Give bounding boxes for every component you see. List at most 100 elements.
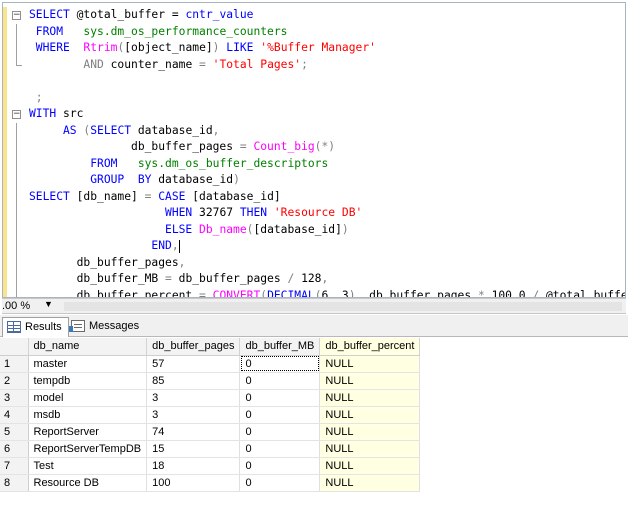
cell-db-buffer-percent[interactable]: NULL: [319, 389, 421, 407]
row-number[interactable]: 6: [0, 440, 29, 458]
tab-messages[interactable]: Messages: [64, 317, 145, 337]
code-line[interactable]: AS (SELECT database_id,: [3, 122, 625, 139]
code-token: Rtrim: [83, 41, 118, 54]
code-line[interactable]: ;: [3, 89, 625, 107]
row-number[interactable]: 7: [0, 457, 29, 475]
cell-db-buffer-pages[interactable]: 100: [146, 474, 241, 492]
code-token: /: [287, 272, 302, 285]
code-text: FROM sys.dm_os_buffer_descriptors: [29, 156, 328, 173]
column-header[interactable]: db_buffer_MB: [239, 338, 321, 356]
table-row[interactable]: 3 model 3 0 NULL: [0, 389, 421, 407]
results-grid[interactable]: db_name db_buffer_pages db_buffer_MB db_…: [0, 338, 628, 508]
code-line[interactable]: FROM sys.dm_os_buffer_descriptors: [3, 155, 625, 173]
cell-db-buffer-pages[interactable]: 57: [146, 355, 241, 373]
cell-db-buffer-percent[interactable]: NULL: [319, 474, 421, 492]
cell-db-buffer-MB[interactable]: 0: [239, 406, 321, 424]
row-number[interactable]: 3: [0, 389, 29, 407]
table-row[interactable]: 1 master 57 0 NULL: [0, 355, 421, 373]
code-line[interactable]: ELSE Db_name([database_id]): [3, 221, 625, 238]
corner-cell[interactable]: [0, 338, 29, 356]
code-line[interactable]: − SELECT @total_buffer = cntr_value: [3, 7, 625, 24]
horizontal-scrollbar[interactable]: [64, 302, 622, 311]
cell-db-buffer-pages[interactable]: 3: [146, 406, 241, 424]
cell-db-buffer-percent[interactable]: NULL: [319, 457, 421, 475]
row-number[interactable]: 2: [0, 372, 29, 390]
code-line[interactable]: db_buffer_pages = Count_big(*): [3, 139, 625, 156]
table-row[interactable]: 6 ReportServerTempDB 15 0 NULL: [0, 440, 421, 458]
cell-db-buffer-percent[interactable]: NULL: [319, 372, 421, 390]
cell-db-buffer-MB[interactable]: 0: [239, 474, 321, 492]
table-row[interactable]: 7 Test 18 0 NULL: [0, 457, 421, 475]
code-line[interactable]: END,: [3, 238, 625, 255]
code-line[interactable]: WHERE Rtrim([object_name]) LIKE '%Buffer…: [3, 40, 625, 57]
dropdown-arrow-icon[interactable]: ▼: [44, 299, 53, 309]
code-line[interactable]: FROM sys.dm_os_performance_counters: [3, 23, 625, 41]
code-lines: − SELECT @total_buffer = cntr_value FROM …: [3, 7, 626, 298]
code-line[interactable]: AND counter_name = 'Total Pages';: [3, 56, 625, 73]
cell-db-buffer-MB[interactable]: 0: [239, 389, 321, 407]
tab-results[interactable]: Results: [2, 317, 69, 337]
code-token: THEN: [239, 206, 274, 219]
code-line[interactable]: db_buffer_pages,: [3, 254, 625, 271]
column-header[interactable]: db_name: [28, 338, 148, 356]
cell-db-buffer-MB[interactable]: 0: [239, 355, 321, 373]
change-marker: [3, 221, 7, 238]
cell-db-buffer-percent[interactable]: NULL: [319, 423, 421, 441]
cell-db-name[interactable]: ReportServer: [28, 423, 148, 441]
code-text: ;: [29, 90, 43, 107]
row-number[interactable]: 1: [0, 355, 29, 373]
code-token: database_id: [137, 123, 213, 137]
cell-db-buffer-pages[interactable]: 85: [146, 372, 241, 390]
code-token: [database_id]: [253, 222, 342, 236]
code-line[interactable]: [3, 73, 625, 90]
cell-db-buffer-pages[interactable]: 15: [146, 440, 241, 458]
cell-db-buffer-pages[interactable]: 18: [146, 457, 241, 475]
row-number[interactable]: 8: [0, 474, 29, 492]
code-token: db_buffer_pages: [369, 288, 478, 298]
code-line[interactable]: − WITH src: [3, 106, 625, 123]
table-row[interactable]: 5 ReportServer 74 0 NULL: [0, 423, 421, 441]
code-line[interactable]: WHEN 32767 THEN 'Resource DB': [3, 205, 625, 222]
collapse-icon[interactable]: −: [12, 110, 21, 119]
cell-db-buffer-percent[interactable]: NULL: [319, 406, 421, 424]
cell-db-buffer-MB[interactable]: 0: [239, 440, 321, 458]
zoom-level[interactable]: .00 %: [2, 300, 30, 312]
code-line[interactable]: GROUP BY database_id): [3, 172, 625, 189]
cell-db-name[interactable]: ReportServerTempDB: [28, 440, 148, 458]
collapse-icon[interactable]: −: [12, 11, 21, 20]
cell-db-buffer-MB[interactable]: 0: [239, 457, 321, 475]
code-token: 32767: [199, 206, 240, 219]
table-row[interactable]: 8 Resource DB 100 0 NULL: [0, 474, 421, 492]
row-number[interactable]: 4: [0, 406, 29, 424]
code-line[interactable]: db_buffer_percent = CONVERT(DECIMAL(6, 3…: [3, 287, 626, 298]
table-row[interactable]: 4 msdb 3 0 NULL: [0, 406, 421, 424]
cell-db-name[interactable]: msdb: [28, 406, 148, 424]
column-header[interactable]: db_buffer_percent: [319, 338, 421, 356]
cell-db-name[interactable]: tempdb: [28, 372, 148, 390]
row-number[interactable]: 5: [0, 423, 29, 441]
cell-db-name[interactable]: Resource DB: [28, 474, 148, 492]
fold-line: [16, 254, 17, 271]
code-line[interactable]: db_buffer_MB = db_buffer_pages / 128,: [3, 271, 625, 288]
column-header[interactable]: db_buffer_pages: [146, 338, 241, 356]
code-token: @total_buffer: [546, 288, 626, 298]
code-token: LIKE: [226, 41, 261, 54]
cell-db-buffer-MB[interactable]: 0: [239, 372, 321, 390]
change-marker: [3, 155, 7, 172]
cell-db-buffer-percent[interactable]: NULL: [319, 440, 421, 458]
cell-db-name[interactable]: master: [28, 355, 148, 373]
table-row[interactable]: 2 tempdb 85 0 NULL: [0, 372, 421, 390]
code-text: FROM sys.dm_os_performance_counters: [29, 24, 288, 41]
cell-db-buffer-pages[interactable]: 3: [146, 389, 241, 407]
code-text: GROUP BY database_id): [29, 172, 240, 189]
cell-db-buffer-pages[interactable]: 74: [146, 423, 241, 441]
cell-db-buffer-MB[interactable]: 0: [239, 423, 321, 441]
cell-db-buffer-percent[interactable]: NULL: [319, 355, 421, 373]
cell-db-name[interactable]: Test: [28, 457, 148, 475]
fold-end: [16, 56, 22, 66]
code-line[interactable]: SELECT [db_name] = CASE [database_id]: [3, 188, 625, 205]
code-token: ,: [171, 239, 179, 252]
sql-editor[interactable]: − SELECT @total_buffer = cntr_value FROM …: [2, 2, 626, 298]
code-token: db_buffer_pages: [29, 140, 240, 153]
cell-db-name[interactable]: model: [28, 389, 148, 407]
